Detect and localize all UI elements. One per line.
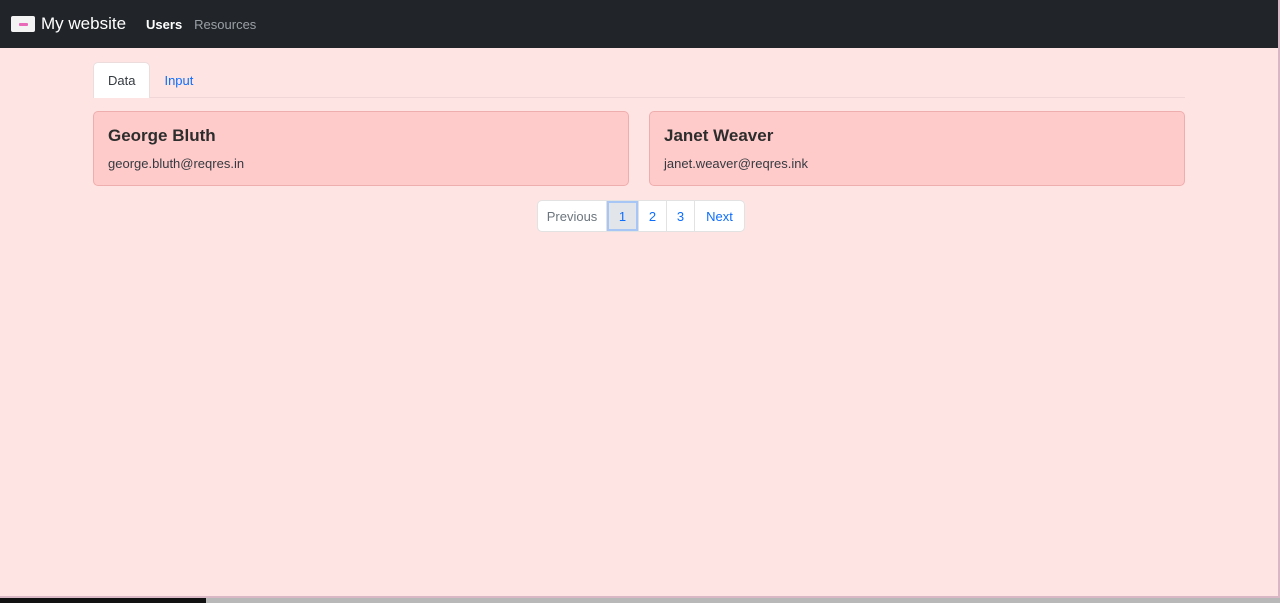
user-email: janet.weaver@reqres.ink — [664, 156, 808, 171]
user-name: George Bluth — [108, 126, 216, 145]
tab-input[interactable]: Input — [150, 62, 207, 98]
previous-page-button[interactable]: Previous — [538, 201, 606, 231]
user-card: Janet Weaver janet.weaver@reqres.ink — [649, 111, 1185, 186]
user-card: George Bluth george.bluth@reqres.in — [93, 111, 629, 186]
taskbar-edge — [0, 598, 206, 603]
user-email: george.bluth@reqres.in — [108, 156, 245, 171]
pagination: Previous 1 2 3 Next — [537, 200, 745, 232]
page-1-button[interactable]: 1 — [606, 201, 638, 231]
next-page-button[interactable]: Next — [694, 201, 744, 231]
brand-logo-icon — [11, 16, 35, 32]
brand-link[interactable]: My website — [11, 14, 126, 34]
nav-link-users[interactable]: Users — [146, 17, 182, 32]
browser-viewport: My website Users Resources Data Input Ge… — [0, 0, 1280, 598]
page-2-button[interactable]: 2 — [638, 201, 666, 231]
navbar: My website Users Resources — [0, 0, 1278, 48]
taskbar-edge-light — [206, 598, 1280, 603]
page-3-button[interactable]: 3 — [666, 201, 694, 231]
user-name: Janet Weaver — [664, 126, 774, 145]
brand-title: My website — [41, 14, 127, 33]
tab-data[interactable]: Data — [93, 62, 151, 98]
tab-bar: Data Input — [93, 62, 1185, 98]
nav-link-resources[interactable]: Resources — [194, 17, 256, 32]
